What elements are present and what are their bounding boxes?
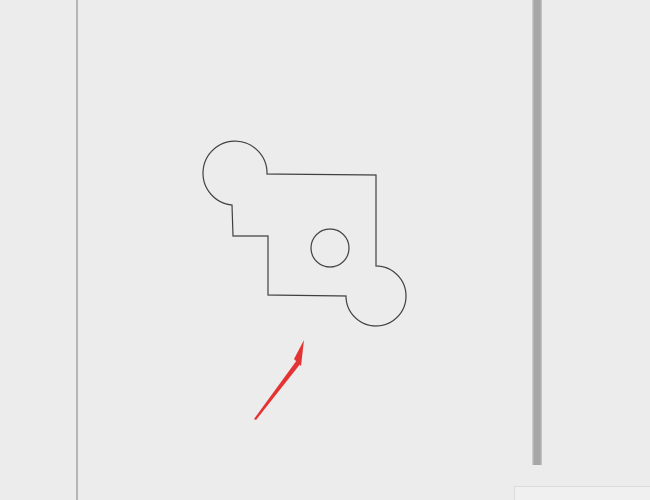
status-corner-panel <box>514 486 650 500</box>
inner-hole-circle[interactable] <box>310 228 350 268</box>
cad-drawing-canvas[interactable] <box>0 0 650 500</box>
drawing-area[interactable] <box>0 0 650 500</box>
part-profile-outline[interactable] <box>202 140 407 327</box>
red-pointer-arrow-icon <box>254 340 304 420</box>
